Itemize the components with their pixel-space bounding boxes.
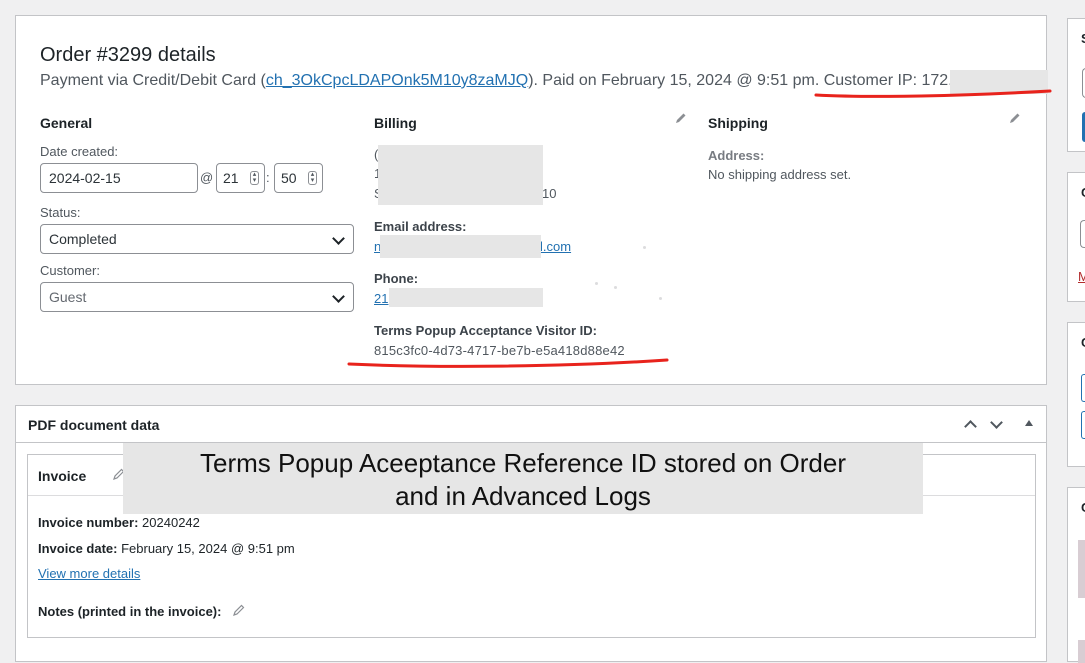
status-select[interactable]: Completed <box>40 224 354 254</box>
hour-spinner-icon[interactable]: ▴ ▾ <box>250 171 259 185</box>
sidebar-box-2-link[interactable]: M <box>1078 269 1085 284</box>
payment-suffix: ). Paid on February 15, 2024 @ 9:51 pm. … <box>528 72 953 89</box>
sidebar-box-3-input[interactable] <box>1081 374 1085 402</box>
terms-visitor-id-value: 815c3fc0-4d73-4717-be7b-e5a418d88e42 <box>374 343 625 358</box>
payment-line: Payment via Credit/Debit Card (ch_3OkCpc… <box>40 72 953 90</box>
invoice-date-value: February 15, 2024 @ 9:51 pm <box>121 541 295 556</box>
phone-redaction <box>389 288 543 307</box>
billing-edit-pencil-icon[interactable] <box>674 111 688 125</box>
sidebar-box-3-input[interactable] <box>1081 411 1085 439</box>
date-created-input[interactable]: 2024-02-15 <box>40 163 198 193</box>
order-title: Order #3299 details <box>40 44 216 66</box>
status-value: Completed <box>49 231 117 247</box>
minute-spinner-icon[interactable]: ▴ ▾ <box>308 171 317 185</box>
status-label: Status: <box>40 205 81 220</box>
sidebar-box-4-title: C <box>1081 500 1085 515</box>
invoice-title: Invoice <box>38 468 87 484</box>
artifact-dot <box>643 246 646 249</box>
billing-heading: Billing <box>374 115 417 131</box>
invoice-notes-label: Notes (printed in the invoice): <box>38 604 222 619</box>
minute-input[interactable]: 50 ▴ ▾ <box>274 163 323 193</box>
sidebar-box-3-title: C <box>1081 335 1085 350</box>
invoice-notes: Notes (printed in the invoice): <box>38 604 221 619</box>
email-redaction <box>380 235 541 258</box>
move-down-icon[interactable] <box>990 416 1003 429</box>
chevron-down-icon <box>332 232 345 245</box>
sidebar-box-4-thumbnail <box>1078 640 1085 663</box>
hour-value: 21 <box>223 170 239 186</box>
invoice-number: Invoice number: 20240242 <box>38 515 200 530</box>
customer-select[interactable]: Guest <box>40 282 354 312</box>
pdf-panel-header: PDF document data <box>16 406 1046 443</box>
phone-label: Phone: <box>374 271 419 286</box>
time-colon: : <box>266 170 270 185</box>
phone-link[interactable]: 21 <box>374 291 388 306</box>
email-label: Email address: <box>374 219 467 234</box>
sidebar-box-1-title: S <box>1081 31 1085 46</box>
invoice-number-label: Invoice number: <box>38 515 139 530</box>
billing-address-redaction <box>378 145 543 205</box>
invoice-date-label: Invoice date: <box>38 541 118 556</box>
artifact-dot <box>659 297 662 300</box>
collapse-toggle-icon[interactable] <box>1025 420 1033 426</box>
chevron-down-icon <box>332 290 345 303</box>
view-more-details-link[interactable]: View more details <box>38 566 140 581</box>
invoice-date: Invoice date: February 15, 2024 @ 9:51 p… <box>38 541 295 556</box>
minute-value: 50 <box>281 170 297 186</box>
right-sidebar: S C M C C <box>1067 0 1085 663</box>
transaction-id-link[interactable]: ch_3OkCpcLDAPOnk5M10y8zaMJQ <box>266 72 528 89</box>
invoice-number-value: 20240242 <box>142 515 200 530</box>
billing-address-fragment: 10 <box>542 186 557 201</box>
sidebar-box-2-input[interactable] <box>1080 220 1085 248</box>
shipping-heading: Shipping <box>708 115 768 131</box>
customer-value: Guest <box>49 289 87 305</box>
artifact-dot <box>614 286 617 289</box>
shipping-edit-pencil-icon[interactable] <box>1008 111 1022 125</box>
hour-input[interactable]: 21 ▴ ▾ <box>216 163 265 193</box>
artifact-dot <box>595 282 598 285</box>
annotation-overlay: Terms Popup Aceeptance Reference ID stor… <box>123 443 923 514</box>
overlay-line-2: and in Advanced Logs <box>395 481 651 511</box>
sidebar-box-3: C <box>1067 322 1085 467</box>
terms-visitor-id-label: Terms Popup Acceptance Visitor ID: <box>374 323 597 338</box>
customer-ip-redaction <box>950 70 1048 94</box>
sidebar-box-2: C M <box>1067 172 1085 302</box>
shipping-address-label: Address: <box>708 148 765 163</box>
pdf-panel-title: PDF document data <box>28 417 160 433</box>
at-separator: @ <box>200 170 214 185</box>
notes-edit-pencil-icon[interactable] <box>232 603 246 617</box>
date-created-label: Date created: <box>40 144 119 159</box>
move-up-icon[interactable] <box>964 420 977 433</box>
shipping-address-value: No shipping address set. <box>708 167 852 182</box>
email-link-end[interactable]: l.com <box>540 239 571 254</box>
sidebar-box-2-title: C <box>1081 185 1085 200</box>
customer-label: Customer: <box>40 263 100 278</box>
overlay-line-1: Terms Popup Aceeptance Reference ID stor… <box>199 448 846 478</box>
general-heading: General <box>40 115 93 131</box>
order-details-panel: Order #3299 details Payment via Credit/D… <box>15 15 1048 385</box>
payment-prefix: Payment via Credit/Debit Card ( <box>40 72 266 89</box>
sidebar-box-4-thumbnail <box>1078 540 1085 598</box>
sidebar-box-1: S <box>1067 18 1085 152</box>
sidebar-box-4: C <box>1067 487 1085 663</box>
